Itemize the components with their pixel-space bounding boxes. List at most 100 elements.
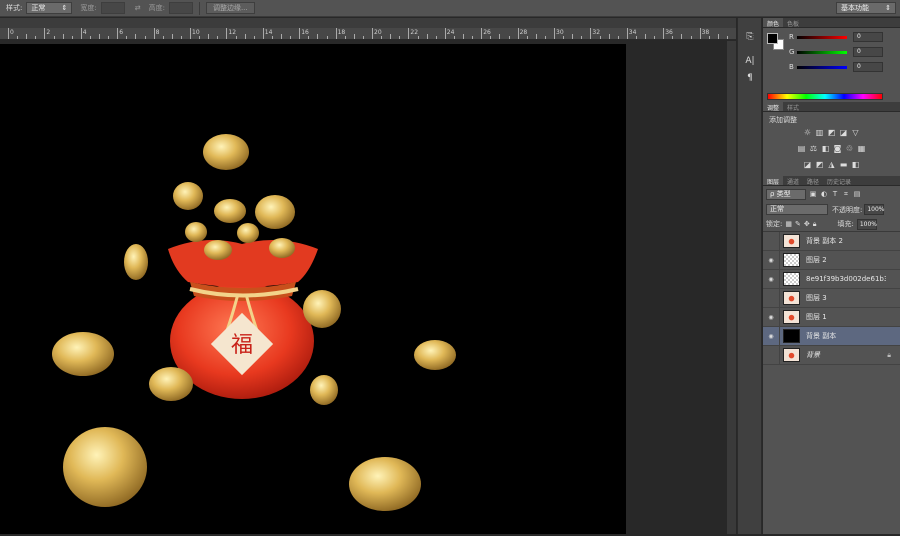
layer-name[interactable]: 图层 3: [806, 293, 886, 303]
swap-icon[interactable]: ⇄: [135, 4, 141, 12]
tab-swatches[interactable]: 色板: [783, 18, 803, 28]
ruler-minor-tick: [235, 36, 237, 39]
ruler-label: 26: [483, 29, 491, 36]
width-input[interactable]: [100, 2, 125, 14]
eye-icon[interactable]: ◉: [763, 326, 780, 346]
ruler-tick: [299, 28, 301, 39]
hidden-eye-slot[interactable]: [763, 288, 780, 308]
color-lookup-icon[interactable]: ▦: [857, 144, 866, 153]
curves-icon[interactable]: ◩: [827, 128, 836, 137]
blue-channel-input[interactable]: 0: [853, 62, 883, 72]
brightness-icon[interactable]: ☼: [803, 128, 812, 137]
fill-input[interactable]: 100%: [856, 218, 877, 230]
vibrance-icon[interactable]: ▤: [797, 144, 806, 153]
layer-row[interactable]: ◉ 图层 1: [763, 307, 900, 327]
lock-position-icon[interactable]: ✥: [804, 220, 810, 228]
tab-channels[interactable]: 通道: [783, 176, 803, 186]
hidden-eye-slot[interactable]: [763, 231, 780, 251]
eye-icon[interactable]: ◉: [763, 307, 780, 327]
gradient-map-icon[interactable]: ▽: [851, 128, 860, 137]
tab-color[interactable]: 颜色: [763, 18, 784, 28]
invert-icon[interactable]: ◪: [803, 160, 812, 169]
layer-name[interactable]: 图层 1: [806, 312, 886, 322]
workspace-select[interactable]: 基本功能 ⇕: [836, 2, 896, 14]
color-panel-tabs: 颜色 色板: [763, 18, 900, 28]
lock-all-icon[interactable]: 🔒︎: [813, 220, 817, 229]
ruler-minor-tick: [126, 36, 128, 39]
filter-kind-select[interactable]: ρ 类型: [766, 188, 806, 200]
character-icon[interactable]: A|: [743, 56, 757, 68]
height-input[interactable]: [168, 2, 193, 14]
blue-channel-slider[interactable]: [797, 65, 847, 69]
ruler-tick: [699, 28, 701, 39]
ruler-minor-tick: [144, 36, 146, 39]
tab-layers[interactable]: 图层: [763, 176, 784, 186]
ruler-minor-tick: [108, 36, 110, 39]
ruler-minor-tick: [62, 34, 64, 39]
foreground-color-swatch[interactable]: [767, 33, 778, 44]
green-channel-slider[interactable]: [797, 50, 847, 54]
layer-name[interactable]: 图层 2: [806, 255, 886, 265]
levels-icon[interactable]: ▥: [815, 128, 824, 137]
ruler-tick: [554, 28, 555, 39]
posterize-icon[interactable]: ◩: [815, 160, 824, 169]
ruler-minor-tick: [35, 36, 37, 39]
lock-pixels-icon[interactable]: ✎: [795, 220, 801, 228]
opacity-input[interactable]: 100%: [864, 204, 885, 215]
layer-row[interactable]: ◉ 8e91f39b3d002de61b3ff...: [763, 269, 900, 289]
shape-filter-icon[interactable]: ⌗: [842, 190, 850, 199]
ruler-label: 2: [46, 29, 51, 36]
eye-icon[interactable]: ◉: [763, 269, 780, 289]
history-icon[interactable]: ⎘: [743, 32, 757, 44]
ruler-label: 16: [301, 29, 309, 36]
exposure-icon[interactable]: ◪: [839, 128, 848, 137]
refine-edge-button[interactable]: 调整边缘...: [205, 2, 255, 14]
color-spectrum-bar[interactable]: [767, 93, 883, 100]
eye-icon[interactable]: ◉: [763, 250, 780, 270]
layer-row[interactable]: ◉ 背景 副本: [763, 326, 900, 346]
smart-filter-icon[interactable]: ▤: [853, 190, 861, 198]
ruler-minor-tick: [435, 36, 437, 39]
ruler-minor-tick: [399, 36, 401, 39]
tab-adjustments[interactable]: 调整: [763, 102, 784, 112]
paragraph-icon[interactable]: ¶: [743, 73, 757, 85]
photo-filter-icon[interactable]: ◙: [833, 144, 842, 153]
document-canvas[interactable]: 福: [0, 44, 626, 534]
document-tab-bar: [0, 18, 736, 28]
layer-row[interactable]: 背景 副本 2: [763, 231, 900, 251]
layer-name[interactable]: 8e91f39b3d002de61b3ff...: [806, 275, 886, 283]
layer-name[interactable]: 背景 副本: [806, 331, 886, 341]
ruler-label: 36: [665, 29, 673, 36]
style-select[interactable]: 正常 ⇕: [26, 2, 73, 14]
lock-transparent-icon[interactable]: ▦: [785, 220, 792, 228]
tab-styles[interactable]: 样式: [783, 102, 803, 112]
layer-thumbnail: [783, 348, 800, 362]
ruler-minor-tick: [135, 34, 137, 39]
type-filter-icon[interactable]: T: [831, 190, 839, 198]
layer-name[interactable]: 背景: [806, 350, 886, 360]
tab-history[interactable]: 历史记录: [823, 176, 855, 186]
adjustments-row-3: ◪ ◩ ◮ ▬ ◧: [763, 160, 900, 169]
layer-row[interactable]: ◉ 图层 2: [763, 250, 900, 270]
threshold-icon[interactable]: ◮: [827, 160, 836, 169]
black-white-icon[interactable]: ◧: [821, 144, 830, 153]
pixel-filter-icon[interactable]: ▣: [809, 190, 817, 198]
blend-mode-select[interactable]: 正常: [766, 204, 828, 215]
ruler-minor-tick: [672, 36, 674, 39]
layer-row[interactable]: 图层 3: [763, 288, 900, 308]
red-channel-slider[interactable]: [797, 35, 847, 39]
red-channel-input[interactable]: 0: [853, 32, 883, 42]
hidden-eye-slot[interactable]: [763, 345, 780, 365]
channel-mixer-icon[interactable]: ♲: [845, 144, 854, 153]
adjustment-filter-icon[interactable]: ◐: [820, 190, 828, 198]
vertical-scrollbar[interactable]: [727, 41, 736, 534]
ruler-minor-tick: [362, 36, 364, 39]
layer-row[interactable]: 背景 🔒︎: [763, 345, 900, 365]
selective-color-icon[interactable]: ▬: [839, 160, 848, 169]
gradient-fill-icon[interactable]: ◧: [851, 160, 860, 169]
ruler-label: 20: [374, 29, 382, 36]
green-channel-input[interactable]: 0: [853, 47, 883, 57]
layer-name[interactable]: 背景 副本 2: [806, 236, 886, 246]
tab-paths[interactable]: 路径: [803, 176, 823, 186]
color-balance-icon[interactable]: ⚖: [809, 144, 818, 153]
